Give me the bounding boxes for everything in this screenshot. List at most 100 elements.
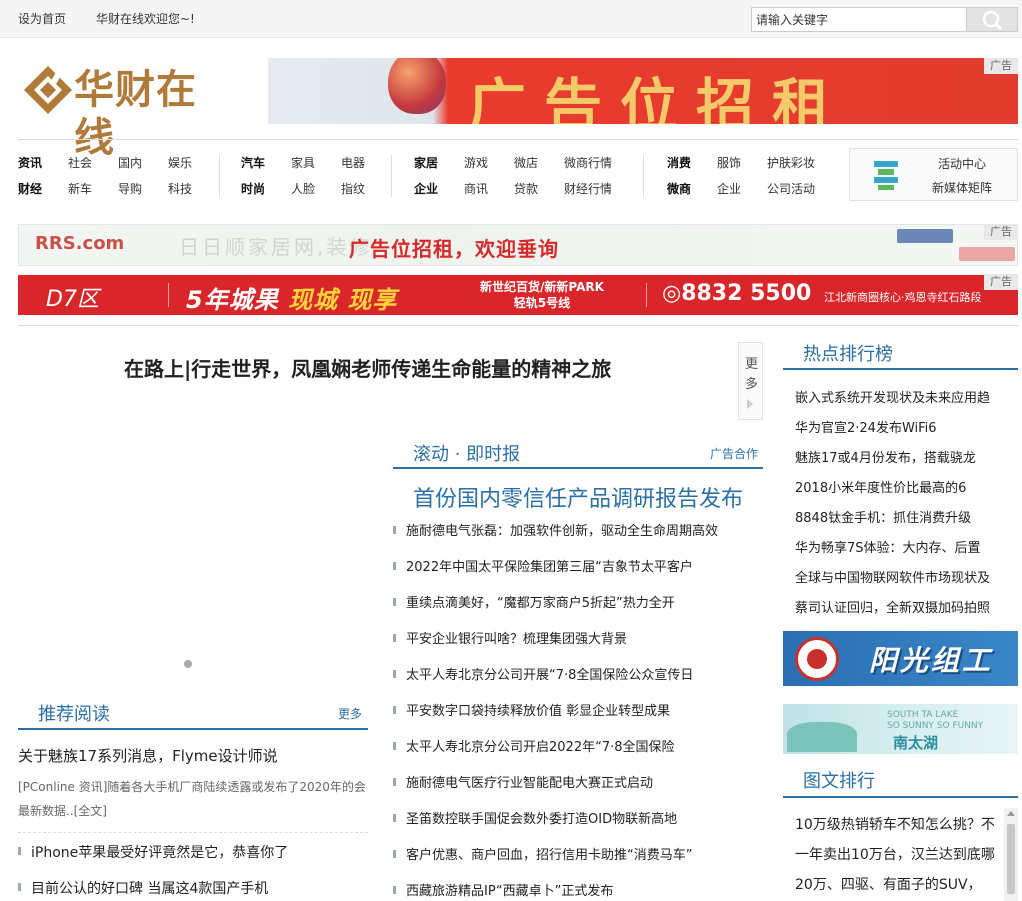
nav-item[interactable]: 科技 [168, 180, 192, 197]
news-item[interactable]: 客户优惠、商户回血，招行信用卡助推“消费马车” [393, 844, 692, 863]
sunshine-ad-banner[interactable]: 阳光组工 [783, 631, 1018, 686]
nav-item[interactable]: 新车 [68, 180, 92, 197]
scroll-thumb[interactable] [1007, 824, 1015, 894]
ad-cooperation-link[interactable]: 广告合作 [710, 445, 758, 462]
hot-item[interactable]: 华为畅享7S体验：大内存、后置 [795, 537, 1010, 556]
activity-icon [874, 161, 898, 190]
nav-item[interactable]: 导购 [118, 180, 142, 197]
nav-item[interactable]: 微店 [514, 154, 538, 171]
rrs-ad-banner[interactable]: RRS.com 日日顺家居网,装修 广告位招租，欢迎垂询 [18, 224, 1018, 266]
nav-item[interactable]: 指纹 [341, 180, 365, 197]
nav-item[interactable]: 微商行情 [564, 154, 612, 171]
nav-item[interactable]: 企业 [717, 180, 741, 197]
bullet-icon [393, 849, 396, 858]
news-item[interactable]: 2022年中国太平保险集团第三届“吉象节太平客户 [393, 556, 693, 575]
news-item[interactable]: 施耐德电气医疗行业智能配电大赛正式启动 [393, 772, 653, 791]
bullet-icon [393, 813, 396, 822]
nav-item[interactable]: 消费 [667, 154, 691, 171]
slideshow-dot[interactable] [184, 660, 192, 668]
nav-separator [643, 155, 644, 197]
scrollbar[interactable] [1004, 808, 1018, 901]
bullet-icon [393, 885, 396, 894]
hot-item[interactable]: 嵌入式系统开发现状及未来应用趋 [795, 387, 1010, 406]
pic-rank-line[interactable]: 一年卖出10万台，汉兰达到底哪 [795, 844, 1000, 864]
recommend-more-link[interactable]: 更多 [338, 705, 362, 722]
nav-item[interactable]: 社会 [68, 154, 92, 171]
nav-item[interactable]: 财经 [18, 180, 42, 197]
set-home-link[interactable]: 设为首页 [18, 10, 66, 27]
activity-center-link[interactable]: 活动中心 [938, 155, 986, 172]
search-box [751, 7, 1018, 32]
nav-item[interactable]: 家具 [291, 154, 315, 171]
ad-button-shape [959, 247, 1015, 261]
nav-item[interactable]: 财经行情 [564, 180, 612, 197]
nav-item[interactable]: 公司活动 [767, 180, 815, 197]
lake-line2: SO SUNNY SO FUNNY [887, 721, 984, 731]
nav-item[interactable]: 资讯 [18, 154, 42, 171]
d7-address: 江北新商圈核心·鸡恩寺红石路段 [824, 291, 982, 304]
list-item[interactable]: iPhone苹果最受好评竟然是它，恭喜你了 [18, 842, 288, 862]
news-item[interactable]: 太平人寿北京分公司开启2022年“7·8全国保险 [393, 736, 675, 755]
d7-phone: ◎8832 5500 [662, 281, 812, 306]
hot-item[interactable]: 8848钛金手机：抓住消费升级 [795, 507, 1010, 526]
hot-item[interactable]: 蔡司认证回归，全新双摄加码拍照 [795, 597, 1010, 616]
lake-ad-tagline: SOUTH TA LAKE SO SUNNY SO FUNNY [887, 710, 983, 732]
pic-rank-line[interactable]: 20万、四驱、有面子的SUV， [795, 874, 1000, 894]
hot-item[interactable]: 魅族17或4月份发布，搭载骁龙 [795, 447, 1010, 466]
lake-line1: SOUTH TA LAKE [887, 710, 959, 720]
news-item-text: 太平人寿北京分公司开展“7·8全国保险公众宣传日 [406, 668, 694, 683]
nav-item[interactable]: 娱乐 [168, 154, 192, 171]
nav-item[interactable]: 护肤彩妆 [767, 154, 815, 171]
list-item[interactable]: 目前公认的好口碑 当属这4款国产手机 [18, 878, 268, 898]
recommend-title: 推荐阅读 [38, 704, 110, 725]
rrs-brand: RRS.com [35, 233, 125, 254]
activity-center-box[interactable]: 活动中心 新媒体矩阵 [849, 148, 1018, 201]
nav-item[interactable]: 家居 [414, 154, 438, 171]
news-item[interactable]: 重续点滴美好，“魔都万家商户5折起”热力全开 [393, 592, 675, 611]
ad-divider [168, 283, 169, 307]
recommend-lead-title[interactable]: 关于魅族17系列消息，Flyme设计师说 [18, 745, 278, 766]
hot-item[interactable]: 全球与中国物联网软件市场现状及 [795, 567, 1010, 586]
d7-mid-line1: 新世纪百货/新新PARK [480, 280, 604, 294]
nav-item[interactable]: 人脸 [291, 180, 315, 197]
d7-mid-line2: 轻轨5号线 [513, 296, 571, 310]
nav-item[interactable]: 时尚 [241, 180, 265, 197]
more-box[interactable]: 更 多 [738, 342, 763, 420]
divider [18, 139, 1018, 140]
nav-item[interactable]: 电器 [341, 154, 365, 171]
news-item[interactable]: 太平人寿北京分公司开展“7·8全国保险公众宣传日 [393, 664, 693, 683]
more-char: 多 [745, 377, 759, 392]
nav-item[interactable]: 游戏 [464, 154, 488, 171]
d7-ad-banner[interactable]: D7区 5年城果 现城 现享 新世纪百货/新新PARK 轻轨5号线 ◎8832 5… [18, 275, 1018, 315]
section-underline [18, 728, 368, 730]
nav-separator [391, 155, 392, 197]
hot-item[interactable]: 华为官宣2·24发布WiFi6 [795, 417, 1010, 436]
lake-ad-name: 南太湖 [893, 734, 939, 752]
news-item-text: 平安企业银行叫啥？梳理集团强大背景 [406, 632, 628, 647]
nav-item[interactable]: 微商 [667, 180, 691, 197]
news-item[interactable]: 施耐德电气张磊：加强软件创新，驱动全生命周期高效 [393, 520, 718, 539]
rrs-ghost-text: 日日顺家居网,装修 [179, 235, 373, 259]
nav-item[interactable]: 汽车 [241, 154, 265, 171]
news-item[interactable]: 平安企业银行叫啥？梳理集团强大背景 [393, 628, 627, 647]
search-button[interactable] [967, 7, 1018, 32]
top-ad-banner[interactable]: 广告位招租 [268, 58, 1018, 124]
news-top-story[interactable]: 首份国内零信任产品调研报告发布 [413, 481, 743, 513]
south-lake-ad-banner[interactable]: SOUTH TA LAKE SO SUNNY SO FUNNY 南太湖 [783, 704, 1018, 754]
news-item[interactable]: 西藏旅游精品IP“西藏卓卜”正式发布 [393, 880, 613, 899]
search-input[interactable] [751, 7, 967, 32]
nav-item[interactable]: 贷款 [514, 180, 538, 197]
ad-divider [646, 283, 647, 307]
news-item[interactable]: 平安数字口袋持续释放价值 彰显企业转型成果 [393, 700, 670, 719]
headline-link[interactable]: 在路上|行走世界，凤凰娴老师传递生命能量的精神之旅 [124, 353, 611, 382]
nav-separator [219, 155, 220, 197]
hot-item[interactable]: 2018小米年度性价比最高的6 [795, 477, 1010, 496]
nav-item[interactable]: 商讯 [464, 180, 488, 197]
nav-item[interactable]: 国内 [118, 154, 142, 171]
nav-item[interactable]: 服饰 [717, 154, 741, 171]
site-logo[interactable]: 华财在线 [22, 60, 227, 161]
nav-item[interactable]: 企业 [414, 180, 438, 197]
new-media-link[interactable]: 新媒体矩阵 [932, 179, 992, 196]
news-item[interactable]: 圣笛数控联手国促会数外委打造OID物联新高地 [393, 808, 677, 827]
pic-rank-line[interactable]: 10万级热销轿车不知怎么挑？不 [795, 814, 1000, 834]
